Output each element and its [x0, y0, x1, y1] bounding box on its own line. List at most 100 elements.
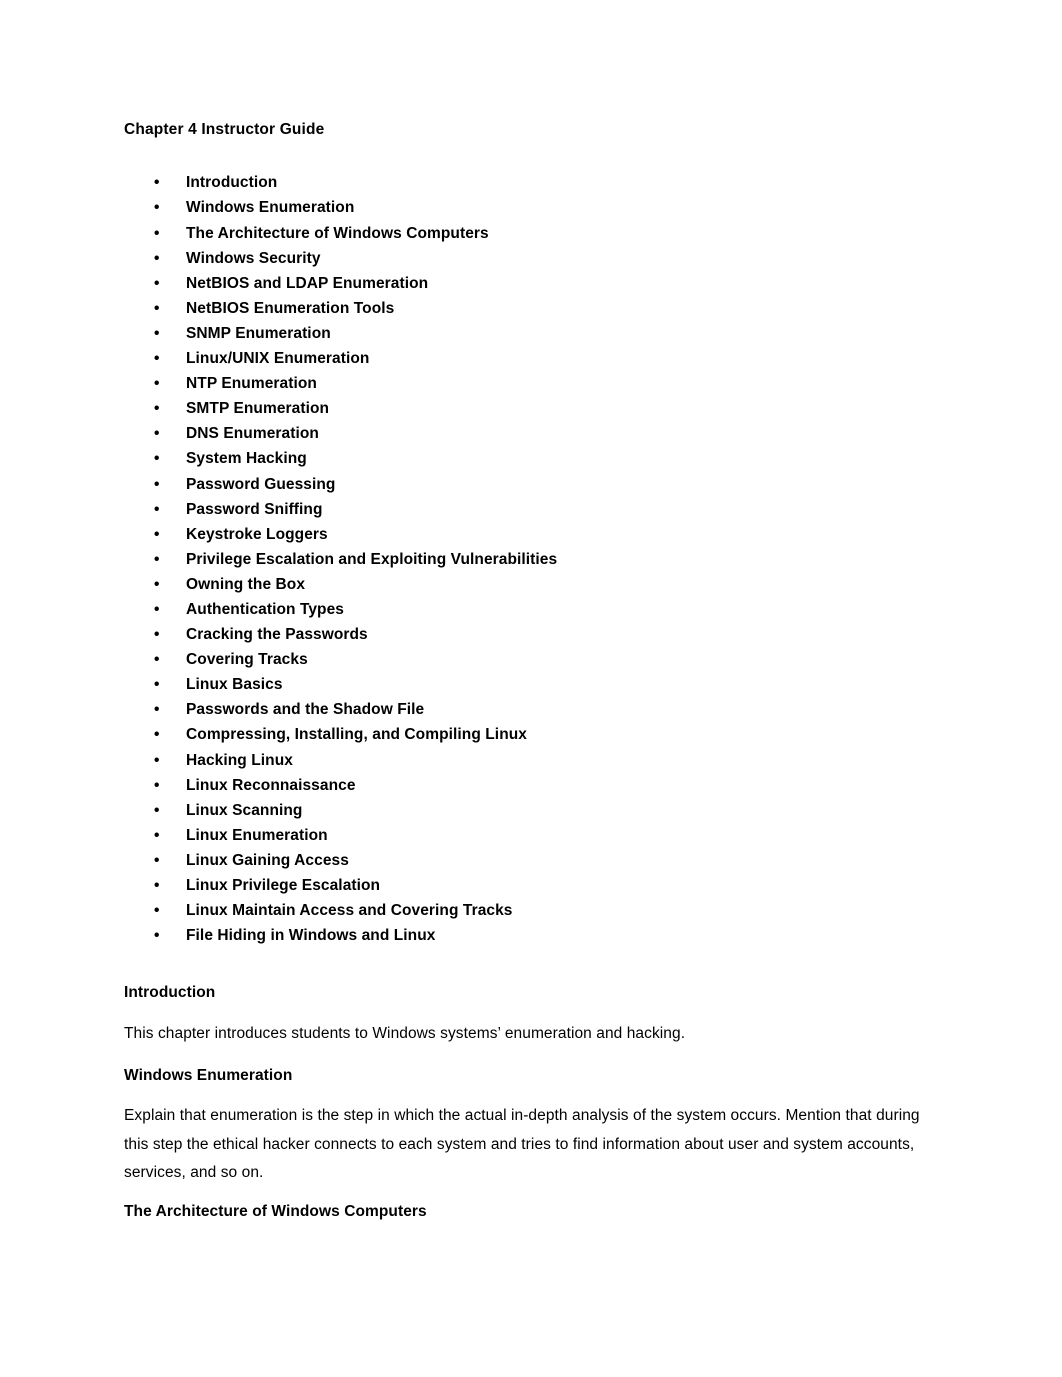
list-item-label: Authentication Types [186, 600, 344, 618]
list-item-label: Linux Enumeration [186, 826, 328, 844]
list-item: • DNS Enumeration [124, 421, 952, 446]
bullet-icon: • [154, 902, 160, 920]
list-item-label: Linux Scanning [186, 801, 303, 819]
list-item-label: System Hacking [186, 450, 307, 468]
bullet-icon: • [154, 927, 160, 945]
bullet-icon: • [154, 450, 160, 468]
section-heading-windows-enumeration: Windows Enumeration [124, 1067, 293, 1085]
list-item-label: SMTP Enumeration [186, 400, 330, 418]
list-item: • Covering Tracks [124, 647, 952, 672]
list-item-label: Passwords and the Shadow File [186, 701, 425, 719]
list-item-label: Windows Security [186, 249, 321, 267]
bullet-icon: • [154, 249, 160, 267]
list-item-label: SNMP Enumeration [186, 324, 331, 342]
list-item-label: Covering Tracks [186, 651, 308, 669]
list-item: • Hacking Linux [124, 748, 952, 773]
list-item-label: Cracking the Passwords [186, 626, 368, 644]
list-item: • Linux Privilege Escalation [124, 873, 952, 898]
bullet-icon: • [154, 651, 160, 669]
bullet-icon: • [154, 174, 160, 192]
list-item-label: Linux Privilege Escalation [186, 877, 381, 894]
bullet-icon: • [154, 826, 160, 844]
list-item-label: NetBIOS and LDAP Enumeration [186, 274, 429, 292]
list-item-label: NetBIOS Enumeration Tools [186, 299, 395, 317]
list-item-label: Introduction [186, 174, 278, 192]
bullet-icon: • [154, 425, 160, 443]
list-item-label: DNS Enumeration [186, 425, 319, 443]
bullet-icon: • [154, 299, 160, 317]
bullet-icon: • [154, 600, 160, 618]
list-item-label: Password Sniffing [186, 500, 323, 518]
bullet-icon: • [154, 199, 160, 217]
list-item-label: Linux/UNIX Enumeration [186, 350, 370, 368]
list-item: • Passwords and the Shadow File [124, 697, 952, 722]
list-item: • Privilege Escalation and Exploiting Vul… [124, 547, 952, 572]
bullet-icon: • [154, 751, 160, 769]
bullet-icon: • [154, 400, 160, 418]
bullet-icon: • [154, 224, 160, 242]
list-item-label: NTP Enumeration [186, 375, 317, 393]
list-item: • The Architecture of Windows Computers [124, 221, 952, 246]
bullet-icon: • [154, 726, 160, 744]
bullet-icon: • [154, 676, 160, 694]
bullet-icon: • [154, 500, 160, 518]
list-item-label: Linux Reconnaissance [186, 776, 356, 794]
list-item: • Introduction [124, 170, 952, 195]
bullet-icon: • [154, 626, 160, 644]
list-item: • Windows Enumeration [124, 195, 952, 220]
list-item-label: Owning the Box [186, 575, 306, 593]
section-heading-introduction: Introduction [124, 984, 216, 1002]
list-item-label: Password Guessing [186, 475, 336, 493]
list-item: • Keystroke Loggers [124, 522, 952, 547]
list-item: • Linux Maintain Access and Covering Trac… [124, 898, 952, 923]
document-page: Chapter 4 Instructor Guide • Introduction… [0, 0, 1062, 1377]
list-item: • Cracking the Passwords [124, 622, 952, 647]
bullet-icon: • [154, 701, 160, 719]
list-item: • Linux Scanning [124, 798, 952, 823]
list-item: • SNMP Enumeration [124, 321, 952, 346]
list-item-label: Keystroke Loggers [186, 525, 328, 543]
list-item: • Compressing, Installing, and Compiling … [124, 722, 952, 747]
list-item: • Linux Enumeration [124, 823, 952, 848]
outline-list-container: • Introduction • Windows Enumeration • The … [124, 170, 952, 948]
list-item-label: Linux Gaining Access [186, 851, 349, 869]
list-item: • Password Sniffing [124, 497, 952, 522]
list-item-label: Linux Maintain Access and Covering Track… [186, 902, 513, 920]
section-body-introduction: This chapter introduces students to Wind… [124, 1025, 686, 1043]
list-item-label: Hacking Linux [186, 751, 293, 769]
bullet-icon: • [154, 776, 160, 794]
bullet-icon: • [154, 801, 160, 819]
bullet-icon: • [154, 525, 160, 543]
list-item: • Owning the Box [124, 572, 952, 597]
list-item: • Linux Basics [124, 672, 952, 697]
outline-list: • Introduction • Windows Enumeration • The … [124, 170, 952, 948]
list-item: • Authentication Types [124, 597, 952, 622]
bullet-icon: • [154, 851, 160, 869]
list-item: • Windows Security [124, 246, 952, 271]
list-item: • NetBIOS Enumeration Tools [124, 296, 952, 321]
list-item-label: File Hiding in Windows and Linux [186, 927, 436, 945]
list-item: • NetBIOS and LDAP Enumeration [124, 271, 952, 296]
bullet-icon: • [154, 550, 160, 568]
list-item: • File Hiding in Windows and Linux [124, 923, 952, 948]
bullet-icon: • [154, 324, 160, 342]
list-item-label: The Architecture of Windows Computers [186, 224, 489, 242]
page-title: Chapter 4 Instructor Guide [124, 121, 325, 138]
list-item: • NTP Enumeration [124, 371, 952, 396]
bullet-icon: • [154, 274, 160, 292]
bullet-icon: • [154, 475, 160, 493]
bullet-icon: • [154, 575, 160, 593]
section-body-windows-enumeration: Explain that enumeration is the step in … [124, 1107, 920, 1182]
list-item: • Linux Gaining Access [124, 848, 952, 873]
list-item: • Linux/UNIX Enumeration [124, 346, 952, 371]
list-item-label: Compressing, Installing, and Compiling L… [186, 726, 527, 744]
list-item-label: Privilege Escalation and Exploiting Vuln… [186, 550, 558, 568]
list-item: • Password Guessing [124, 472, 952, 497]
list-item: • Linux Reconnaissance [124, 773, 952, 798]
bullet-icon: • [154, 877, 160, 894]
list-item-label: Linux Basics [186, 676, 283, 694]
list-item: • SMTP Enumeration [124, 396, 952, 421]
list-item-label: Windows Enumeration [186, 199, 355, 217]
list-item: • System Hacking [124, 446, 952, 471]
bullet-icon: • [154, 375, 160, 393]
